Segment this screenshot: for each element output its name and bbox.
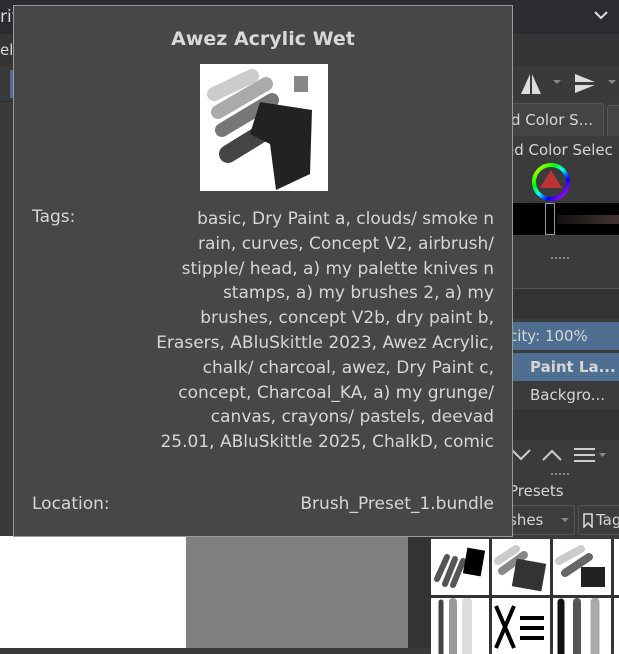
brush-preset-thumb[interactable] [553, 598, 611, 654]
color-selector-title: ed Color Selec [505, 141, 613, 159]
dropdown-arrow-icon[interactable] [553, 80, 561, 86]
splitter-handle[interactable] [551, 257, 569, 259]
opacity-slider[interactable]: city: 100% [505, 322, 619, 350]
layer-list-empty [505, 410, 619, 440]
brush-preset-thumb[interactable] [431, 539, 489, 595]
brush-preview-image [200, 64, 328, 191]
tab-label: d Color S... [510, 111, 593, 129]
combo-value: shes [509, 511, 544, 529]
layer-name: Paint La... [530, 358, 616, 376]
tag-button[interactable]: Tag [578, 505, 619, 535]
presets-title: Presets [509, 482, 564, 500]
layer-name: Backgro... [530, 386, 605, 404]
brush-preset-thumb[interactable] [431, 598, 489, 654]
settings-sliders-icon[interactable] [573, 446, 607, 464]
location-label: Location: [32, 494, 110, 514]
bookmark-icon [583, 513, 593, 528]
brush-preset-grid [431, 539, 619, 654]
tab-other[interactable] [607, 105, 619, 136]
dock-strip [408, 536, 431, 648]
canvas[interactable] [0, 536, 186, 648]
slider-handle[interactable] [545, 203, 555, 235]
layer-row[interactable]: Paint La... [505, 353, 619, 381]
tooltip-title: Awez Acrylic Wet [171, 28, 355, 50]
dropdown-arrow-icon [561, 518, 569, 522]
layer-row[interactable]: Backgro... [505, 381, 619, 409]
tag-label: Tag [596, 511, 619, 529]
chevron-down-icon[interactable] [510, 448, 532, 462]
brush-preset-thumb[interactable] [614, 539, 619, 595]
chevron-up-icon[interactable] [541, 448, 563, 462]
brush-preset-thumb[interactable] [553, 539, 611, 595]
location-value: Brush_Preset_1.bundle [300, 494, 494, 514]
color-wheel[interactable] [531, 162, 571, 202]
mirror-horizontal-icon[interactable] [519, 72, 543, 96]
brush-preset-thumb[interactable] [614, 598, 619, 654]
color-sliders[interactable] [505, 203, 619, 235]
canvas-background [186, 536, 408, 648]
brush-preset-tooltip: Awez Acrylic Wet Tags: basic, Dry Paint … [13, 5, 513, 537]
dropdown-arrow-icon[interactable] [608, 80, 616, 86]
layer-toolbar [505, 288, 619, 318]
opacity-label: city: 100% [509, 327, 588, 345]
splitter-handle[interactable] [551, 473, 569, 475]
brush-preset-thumb[interactable] [492, 598, 550, 654]
chevron-down-icon[interactable] [593, 9, 609, 21]
tags-value: basic, Dry Paint a, clouds/ smoke n rain… [156, 209, 494, 453]
mirror-vertical-icon[interactable] [575, 74, 597, 94]
tags-label: Tags: [32, 207, 76, 227]
brush-preset-thumb[interactable] [492, 539, 550, 595]
